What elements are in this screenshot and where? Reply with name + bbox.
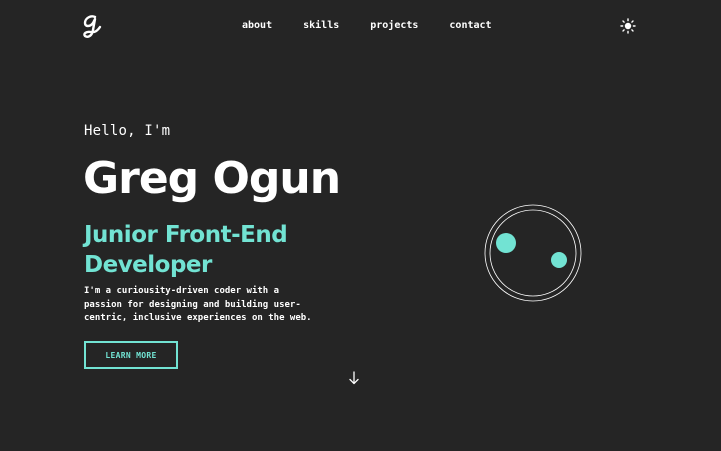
hero-bio: I'm a curiousity-driven coder with a pas… [84,286,312,323]
nav-link-projects[interactable]: projects [370,20,418,32]
cursive-g-logo-icon[interactable] [80,12,104,40]
orbit-circles-icon [484,204,582,302]
main-nav: about skills projects contact [242,20,492,32]
nav-link-skills[interactable]: skills [303,20,339,32]
hero-greeting: Hello, I'm [84,123,171,139]
learn-more-button[interactable]: LEARN MORE [84,341,178,369]
nav-link-about[interactable]: about [242,20,272,32]
sun-icon[interactable] [620,18,636,34]
arrow-down-icon[interactable] [347,370,361,386]
nav-link-contact[interactable]: contact [449,20,491,32]
hero-role: Junior Front-End Developer [84,222,288,278]
hero-name: Greg Ogun [83,153,341,204]
